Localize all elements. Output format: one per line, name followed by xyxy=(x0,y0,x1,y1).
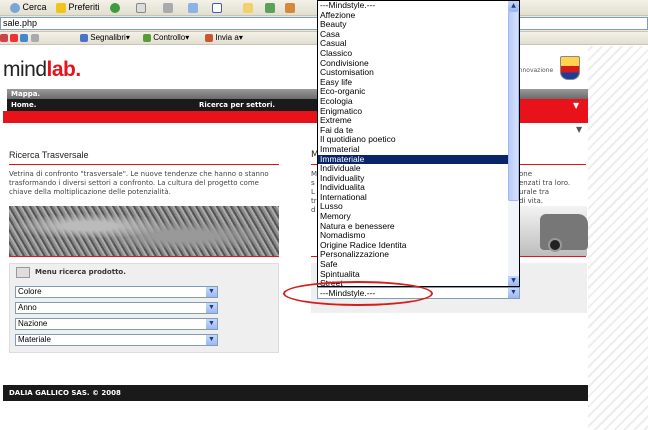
word-icon[interactable] xyxy=(212,0,222,16)
check-icon xyxy=(143,33,151,42)
messenger-icon[interactable] xyxy=(265,0,275,16)
car-wheel xyxy=(548,238,562,252)
addon-icons[interactable] xyxy=(0,32,39,44)
scroll-down-icon[interactable]: ▼ xyxy=(508,276,519,286)
section-description: Vetrina di confronto "trasversale". Le n… xyxy=(9,170,269,196)
bookmark-icon xyxy=(80,33,88,42)
dropdown-option[interactable]: Affezione xyxy=(318,10,508,21)
nav-map-link[interactable]: Mappa. xyxy=(11,89,40,99)
scroll-thumb[interactable] xyxy=(508,11,519,201)
dropdown-arrow-icon: ▼ xyxy=(206,287,217,297)
right-text-right: one enzati tra loro. urale tra di vita. xyxy=(519,170,571,205)
mail-icon[interactable] xyxy=(136,0,146,16)
dropdown-option[interactable]: Casa xyxy=(318,29,508,40)
send-button[interactable]: Invia a▾ xyxy=(205,32,243,44)
nav-home-link[interactable]: Home. xyxy=(11,99,36,111)
innovation-text: innovazione xyxy=(517,67,554,74)
scroll-up-icon[interactable]: ▲ xyxy=(508,1,519,11)
section-photo xyxy=(9,206,279,256)
select-colore[interactable]: Colore ▼ xyxy=(15,286,218,298)
send-icon xyxy=(205,33,213,42)
select-anno[interactable]: Anno ▼ xyxy=(15,302,218,314)
print-icon[interactable] xyxy=(163,0,173,16)
divider xyxy=(9,256,279,257)
crest-icon xyxy=(560,56,580,80)
dropdown-arrow-icon: ▼ xyxy=(206,319,217,329)
refresh-icon[interactable] xyxy=(110,0,120,16)
tool-icon[interactable] xyxy=(285,0,295,16)
mindstyle-dropdown-list[interactable]: ---Mindstyle.--- Affezione Beauty Casa Casua… xyxy=(317,0,520,287)
folder-icon[interactable] xyxy=(243,0,253,16)
control-button[interactable]: Controllo▾ xyxy=(143,32,189,44)
magnifier-icon xyxy=(10,2,20,13)
triangle-down-icon[interactable]: ▼ xyxy=(576,125,582,134)
search-toolbar-button[interactable]: Cerca xyxy=(10,0,47,16)
triangle-down-icon[interactable]: ▼ xyxy=(573,101,579,110)
option-list: ---Mindstyle.--- Affezione Beauty Casa Casua… xyxy=(318,1,519,286)
scrollbar[interactable]: ▲ ▼ xyxy=(508,1,519,286)
edit-icon[interactable] xyxy=(188,0,198,16)
divider xyxy=(9,164,279,165)
panel-heading: Menu ricerca prodotto. xyxy=(35,268,126,276)
site-logo[interactable]: mindlab. xyxy=(3,58,81,82)
footer: DALIA GALLICO SAS. © 2008 xyxy=(3,385,588,401)
bookmarks-button[interactable]: Segnalibri▾ xyxy=(80,32,130,44)
select-nazione[interactable]: Nazione ▼ xyxy=(15,318,218,330)
dropdown-arrow-icon: ▼ xyxy=(508,288,519,298)
dropdown-option[interactable]: Spintualita xyxy=(318,269,508,280)
dropdown-option[interactable]: Beauty xyxy=(318,20,508,30)
dropdown-arrow-icon: ▼ xyxy=(206,335,217,345)
dropdown-option[interactable]: International xyxy=(318,192,508,203)
select-materiale[interactable]: Materiale ▼ xyxy=(15,334,218,346)
dropdown-arrow-icon: ▼ xyxy=(206,303,217,313)
nav-sector-search-link[interactable]: Ricerca per settori. xyxy=(199,99,275,111)
annotation-ellipse xyxy=(283,281,433,306)
dropdown-option[interactable]: Personalizzazione xyxy=(318,250,508,260)
star-icon xyxy=(56,2,66,13)
favorites-toolbar-button[interactable]: Preferiti xyxy=(56,0,100,16)
section-title: Ricerca Trasversale xyxy=(9,150,89,160)
